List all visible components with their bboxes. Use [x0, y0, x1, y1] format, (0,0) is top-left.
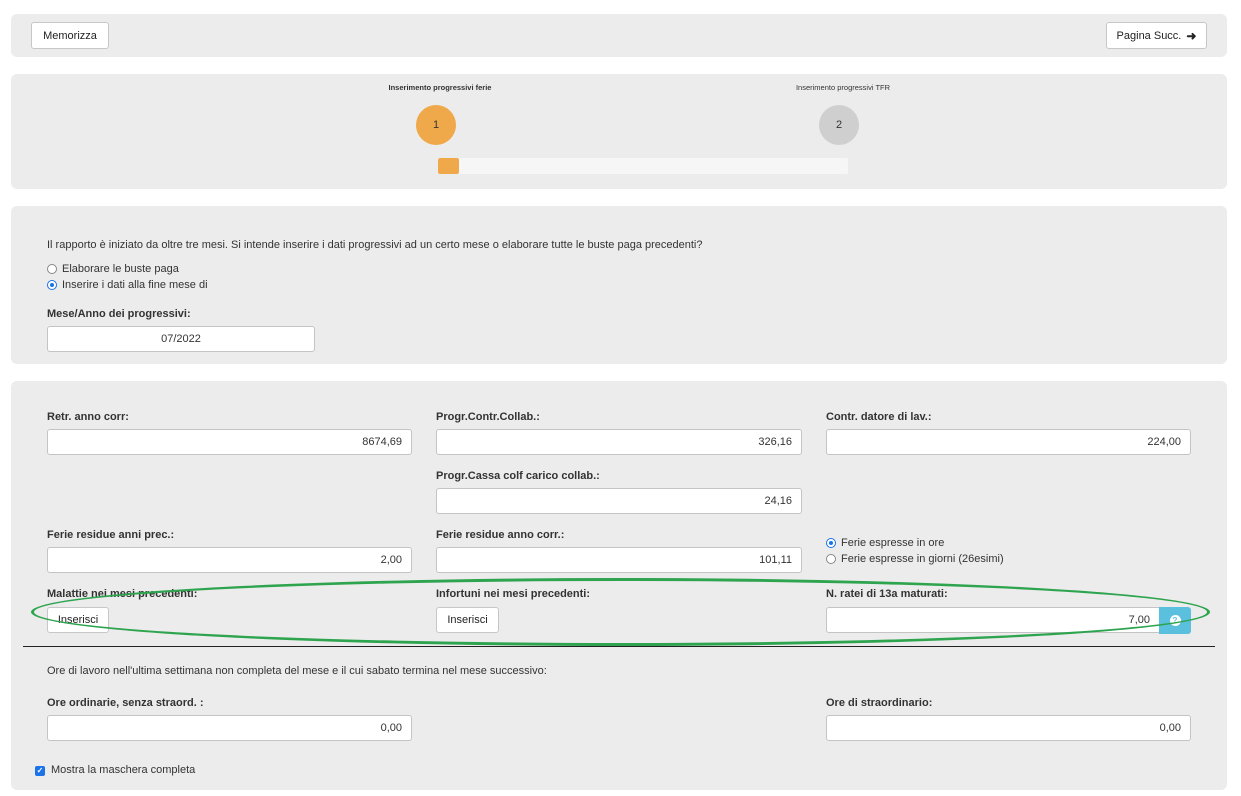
step-2-circle[interactable]: 2	[819, 105, 859, 145]
next-page-label: Pagina Succ.	[1116, 29, 1182, 42]
malattie-label: Malattie nei mesi precedenti:	[47, 588, 198, 600]
option-elaborate[interactable]: Elaborare le buste paga	[47, 263, 179, 275]
contr-collab-input[interactable]: 326,16	[436, 429, 802, 455]
cassa-label: Progr.Cassa colf carico collab.:	[436, 470, 600, 482]
step-2-number: 2	[835, 119, 843, 131]
ratei-input[interactable]: 7,00	[826, 607, 1160, 633]
ferie-giorni-radio[interactable]	[826, 554, 836, 564]
intro-question: Il rapporto è iniziato da oltre tre mesi…	[47, 239, 703, 251]
ferie-prec-label: Ferie residue anni prec.:	[47, 529, 175, 541]
ferie-ore-label: Ferie espresse in ore	[841, 537, 945, 549]
wizard-panel: Inserimento progressivi ferie 1 Inserime…	[11, 74, 1227, 189]
step-1-circle[interactable]: 1	[416, 105, 456, 145]
contr-collab-value: 326,16	[758, 436, 792, 448]
period-value: 07/2022	[161, 333, 201, 345]
wizard-progress-bar	[438, 158, 848, 174]
checkmark-icon: ✓	[36, 766, 44, 775]
infortuni-insert-label: Inserisci	[447, 614, 488, 626]
option-insert-label: Inserire i dati alla fine mese di	[62, 279, 208, 291]
ferie-giorni-option[interactable]: Ferie espresse in giorni (26esimi)	[826, 553, 1004, 565]
section-divider	[23, 646, 1215, 647]
malattie-insert-button[interactable]: Inserisci	[47, 607, 109, 633]
ferie-ore-option[interactable]: Ferie espresse in ore	[826, 537, 944, 549]
ore-ord-label: Ore ordinarie, senza straord. :	[47, 697, 204, 709]
question-icon: ?	[1169, 615, 1181, 626]
ferie-ore-radio[interactable]	[826, 538, 836, 548]
option-elaborate-radio[interactable]	[47, 264, 57, 274]
option-insert-radio[interactable]	[47, 280, 57, 290]
form-panel: Retr. anno corr: 8674,69 Progr.Contr.Col…	[11, 381, 1227, 790]
infortuni-label: Infortuni nei mesi precedenti:	[436, 588, 591, 600]
option-elaborate-label: Elaborare le buste paga	[62, 263, 179, 275]
ferie-corr-value: 101,11	[759, 554, 792, 566]
ferie-corr-label: Ferie residue anno corr.:	[436, 529, 565, 541]
next-page-button[interactable]: Pagina Succ. ➜	[1106, 22, 1207, 49]
arrow-right-icon: ➜	[1186, 28, 1197, 43]
contr-collab-label: Progr.Contr.Collab.:	[436, 411, 540, 423]
ore-ord-value: 0,00	[380, 722, 402, 734]
ferie-corr-input[interactable]: 101,11	[436, 547, 802, 573]
ferie-prec-value: 2,00	[380, 554, 402, 566]
period-label: Mese/Anno dei progressivi:	[47, 308, 191, 320]
intro-panel: Il rapporto è iniziato da oltre tre mesi…	[11, 206, 1227, 364]
cassa-value: 24,16	[764, 495, 792, 507]
ore-note: Ore di lavoro nell'ultima settimana non …	[47, 665, 547, 677]
step-1-number: 1	[432, 119, 440, 131]
infortuni-insert-button[interactable]: Inserisci	[436, 607, 499, 633]
toolbar-panel: Memorizza Pagina Succ. ➜	[11, 14, 1227, 57]
cassa-input[interactable]: 24,16	[436, 488, 802, 514]
option-insert[interactable]: Inserire i dati alla fine mese di	[47, 279, 208, 291]
ratei-help-button[interactable]: ?	[1159, 607, 1191, 634]
ore-straord-label: Ore di straordinario:	[826, 697, 933, 709]
ferie-prec-input[interactable]: 2,00	[47, 547, 412, 573]
contr-datore-label: Contr. datore di lav.:	[826, 411, 932, 423]
malattie-insert-label: Inserisci	[57, 614, 99, 626]
contr-datore-input[interactable]: 224,00	[826, 429, 1191, 455]
ferie-giorni-label: Ferie espresse in giorni (26esimi)	[841, 553, 1004, 565]
contr-datore-value: 224,00	[1147, 436, 1181, 448]
save-button-label: Memorizza	[43, 29, 97, 42]
ore-straord-input[interactable]: 0,00	[826, 715, 1191, 741]
show-full-label: Mostra la maschera completa	[51, 764, 196, 776]
wizard-progress-fill	[438, 158, 459, 174]
retr-value: 8674,69	[362, 436, 402, 448]
ratei-value: 7,00	[1128, 614, 1150, 626]
step-2-label: Inserimento progressivi TFR	[795, 83, 891, 92]
show-full-checkbox[interactable]: ✓	[35, 766, 45, 776]
period-input[interactable]: 07/2022	[47, 326, 315, 352]
save-button[interactable]: Memorizza	[31, 22, 109, 49]
ore-straord-value: 0,00	[1159, 722, 1181, 734]
step-1-label: Inserimento progressivi ferie	[388, 83, 492, 92]
retr-label: Retr. anno corr:	[47, 411, 129, 423]
ratei-label: N. ratei di 13a maturati:	[826, 588, 948, 600]
ore-ord-input[interactable]: 0,00	[47, 715, 412, 741]
retr-input[interactable]: 8674,69	[47, 429, 412, 455]
